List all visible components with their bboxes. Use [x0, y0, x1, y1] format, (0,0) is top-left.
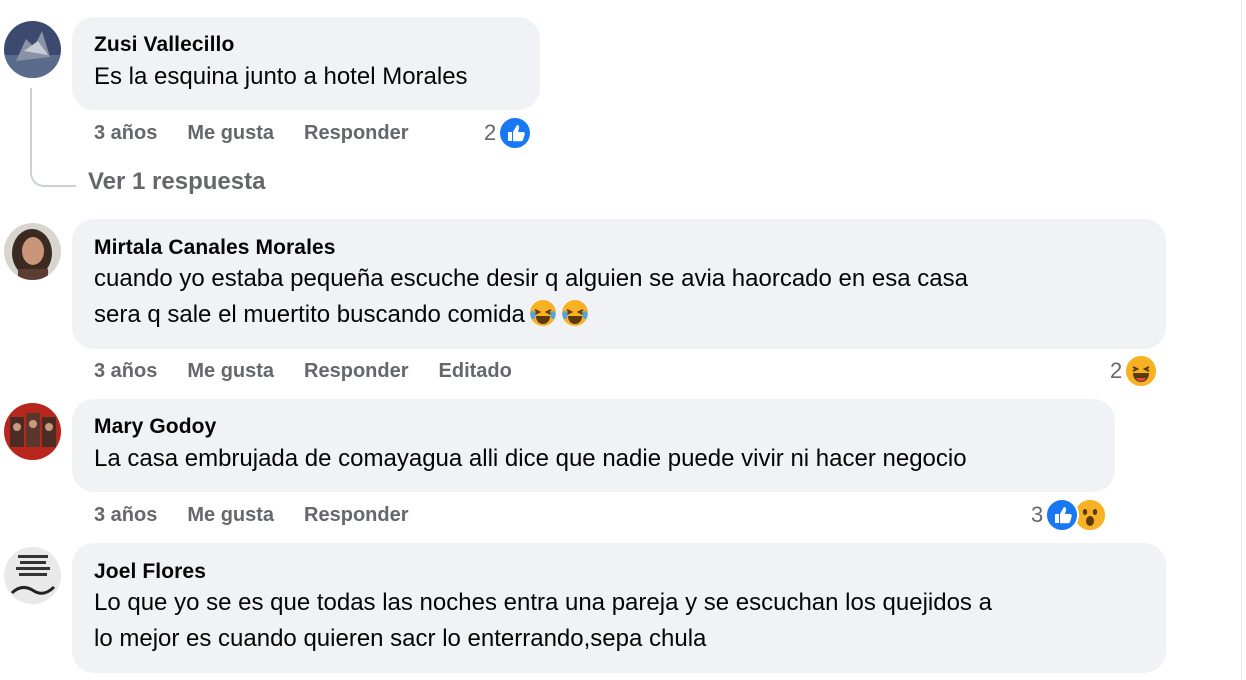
comment-bubble: Zusi Vallecillo Es la esquina junto a ho… [72, 17, 540, 110]
like-button[interactable]: Me gusta [187, 359, 274, 383]
reply-button[interactable]: Responder [304, 121, 408, 145]
comment-text-line: lo mejor es cuando quieren sacr lo enter… [94, 625, 707, 652]
comment-text-line: Lo que yo se es que todas las noches ent… [94, 589, 992, 616]
comment-actions: 3 años Me gusta Responder [94, 121, 409, 145]
avatar[interactable] [4, 223, 61, 280]
comment-author[interactable]: Mirtala Canales Morales [94, 235, 1144, 261]
comment-author[interactable]: Zusi Vallecillo [94, 32, 518, 58]
page-divider [1241, 0, 1242, 680]
reaction-count: 2 [484, 120, 497, 145]
comment-text: Es la esquina junto a hotel Morales [94, 63, 468, 90]
reply-button[interactable]: Responder [304, 503, 408, 527]
comment-bubble: Joel Flores Lo que yo se es que todas la… [72, 543, 1166, 673]
reaction-summary[interactable]: 2 [484, 116, 533, 150]
comment-author[interactable]: Mary Godoy [94, 414, 1093, 440]
comment-bubble: Mirtala Canales Morales cuando yo estaba… [72, 219, 1166, 349]
reply-thread-line [30, 88, 76, 187]
like-icon [498, 116, 533, 150]
comment-text: Lo que yo se es que todas las noches ent… [94, 585, 1144, 657]
avatar[interactable] [4, 403, 61, 460]
reply-button[interactable]: Responder [304, 359, 408, 383]
like-icon [1045, 498, 1080, 532]
view-replies-link[interactable]: Ver 1 respuesta [88, 168, 265, 196]
comment-actions: 3 años Me gusta Responder Editado [94, 359, 512, 383]
like-button[interactable]: Me gusta [187, 121, 274, 145]
avatar[interactable] [4, 547, 61, 604]
laughing-tears-emoji-icon [529, 299, 557, 327]
reaction-count: 3 [1031, 502, 1044, 527]
comment-timestamp[interactable]: 3 años [94, 503, 157, 527]
laughing-tears-emoji-icon [561, 299, 589, 327]
avatar[interactable] [4, 21, 61, 78]
like-button[interactable]: Me gusta [187, 503, 274, 527]
comment-author[interactable]: Joel Flores [94, 559, 1144, 585]
comment-actions: 3 años Me gusta Responder [94, 503, 409, 527]
comment-bubble: Mary Godoy La casa embrujada de comayagu… [72, 399, 1115, 492]
edited-label[interactable]: Editado [439, 359, 512, 383]
haha-icon [1124, 354, 1159, 388]
comment-timestamp[interactable]: 3 años [94, 359, 157, 383]
comment-text-line-content: sera q sale el muertito buscando comida [94, 301, 525, 328]
comment-text-line: sera q sale el muertito buscando comida [94, 297, 1144, 333]
reaction-count: 2 [1110, 358, 1123, 383]
comment-timestamp[interactable]: 3 años [94, 121, 157, 145]
comment-text: La casa embrujada de comayagua alli dice… [94, 445, 967, 472]
reaction-summary[interactable]: 2 [1110, 354, 1159, 388]
comment-text: cuando yo estaba pequeña escuche desir q… [94, 261, 1144, 333]
reaction-summary[interactable]: 3 [1031, 498, 1108, 532]
comment-text-line: cuando yo estaba pequeña escuche desir q… [94, 265, 968, 292]
